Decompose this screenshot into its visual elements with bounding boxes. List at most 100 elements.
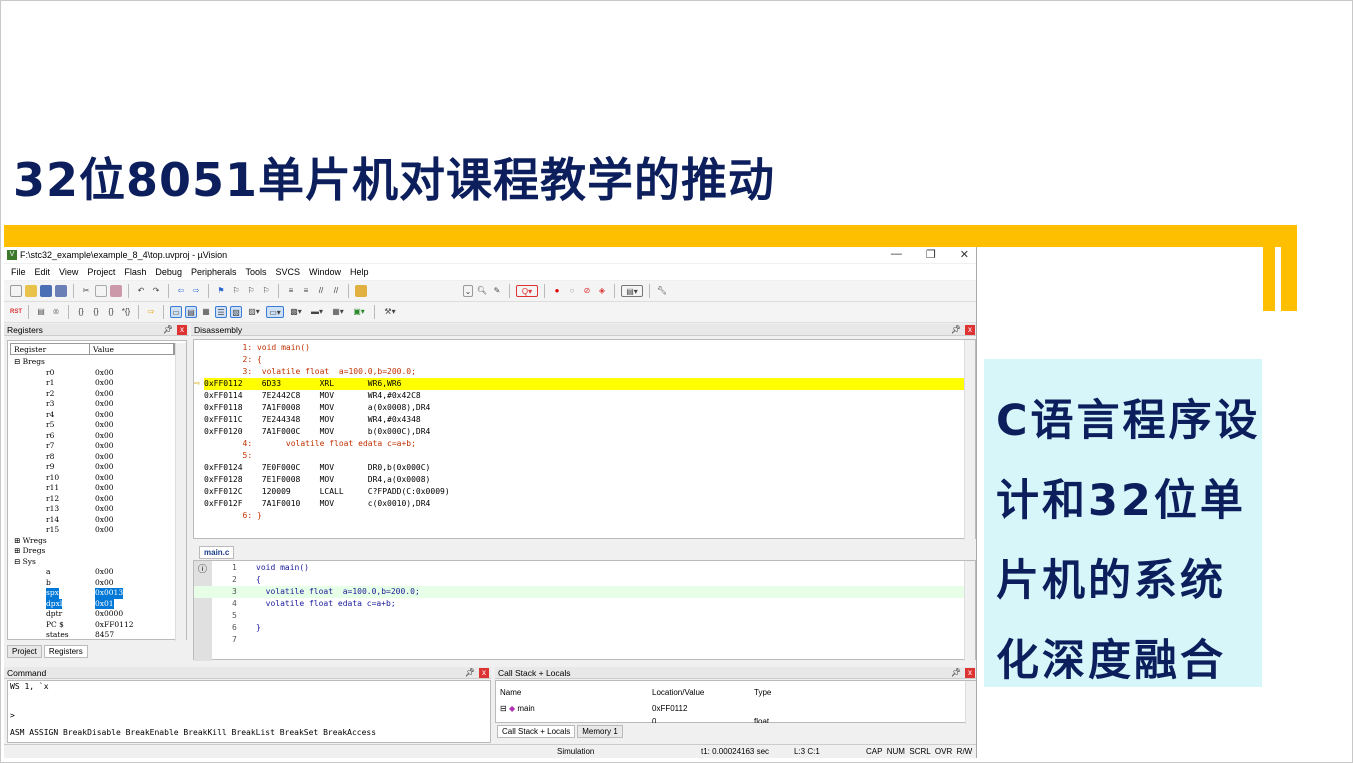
menu-flash[interactable]: Flash — [124, 267, 146, 277]
run-icon[interactable]: ▤ — [35, 306, 47, 318]
menu-project[interactable]: Project — [87, 267, 115, 277]
source-line[interactable]: 3 volatile float a=100.0,b=200.0; — [194, 586, 964, 598]
source-line[interactable]: 4 volatile float edata c=a+b; — [194, 598, 964, 610]
bookmark-clear-icon[interactable]: ⚐ — [260, 285, 272, 297]
registers-scrollbar[interactable] — [175, 343, 186, 641]
source-line[interactable]: 1 void main() — [194, 562, 964, 574]
find-icon[interactable]: 🔍︎ — [476, 285, 488, 297]
pin-icon[interactable]: 📌︎ — [951, 667, 961, 679]
cut-icon[interactable]: ✂ — [80, 285, 92, 297]
call-stack-icon[interactable]: ▧ — [230, 306, 242, 318]
menu-view[interactable]: View — [59, 267, 78, 277]
stop-icon[interactable]: ⊗ — [50, 306, 62, 318]
register-row[interactable]: r8 0x00 — [8, 452, 180, 463]
configure-icon[interactable]: 🔧︎ — [656, 285, 668, 297]
config-icon[interactable]: ✎ — [491, 285, 503, 297]
breakpoint-kill-all-icon[interactable]: ◈ — [596, 285, 608, 297]
source-line[interactable]: 5 — [194, 610, 964, 622]
tab-project[interactable]: Project — [7, 645, 42, 658]
close-panel-icon[interactable]: x — [965, 325, 975, 335]
register-row[interactable]: r6 0x00 — [8, 431, 180, 442]
target-dropdown-icon[interactable]: ⌄ — [463, 285, 473, 297]
register-row[interactable]: ⊟ Bregs — [8, 357, 180, 368]
callstack-row[interactable]: ⊟ ◆ main — [500, 704, 535, 713]
register-row[interactable]: a 0x00 — [8, 567, 180, 578]
undo-icon[interactable]: ↶ — [135, 285, 147, 297]
serial-window-icon[interactable]: ▩▾ — [287, 306, 305, 318]
minimize-button[interactable]: — — [891, 248, 902, 261]
source-line[interactable]: 6} — [194, 622, 964, 634]
register-row[interactable]: r13 0x00 — [8, 504, 180, 515]
register-row[interactable]: r7 0x00 — [8, 441, 180, 452]
menu-svcs[interactable]: SVCS — [276, 267, 301, 277]
indent-icon[interactable]: ≡ — [285, 285, 297, 297]
new-file-icon[interactable] — [10, 285, 22, 297]
uncomment-icon[interactable]: // — [330, 285, 342, 297]
register-row[interactable]: ⊞ Dregs — [8, 546, 180, 557]
registers-window-icon[interactable]: ☰ — [215, 306, 227, 318]
tab-registers[interactable]: Registers — [43, 645, 88, 658]
register-row[interactable]: r9 0x00 — [8, 462, 180, 473]
window-layout-icon[interactable]: ▤▾ — [621, 285, 643, 297]
pin-icon[interactable]: 📌︎ — [951, 324, 961, 336]
register-row[interactable]: r14 0x00 — [8, 515, 180, 526]
trace-window-icon[interactable]: ▦▾ — [329, 306, 347, 318]
menu-help[interactable]: Help — [350, 267, 369, 277]
paste-icon[interactable] — [110, 285, 122, 297]
register-row[interactable]: ⊞ Wregs — [8, 536, 180, 547]
memory-window-icon[interactable]: ▭▾ — [266, 306, 284, 318]
close-panel-icon[interactable]: x — [479, 668, 489, 678]
nav-forward-icon[interactable]: ⇨ — [190, 285, 202, 297]
toolbox-icon[interactable]: ⚒▾ — [381, 306, 399, 318]
register-row[interactable]: dpxl 0x01 — [8, 598, 180, 609]
command-window-icon[interactable]: ▭ — [170, 306, 182, 318]
editor-scrollbar[interactable] — [964, 561, 975, 661]
register-row[interactable]: r15 0x00 — [8, 525, 180, 536]
register-row[interactable]: PC $ 0xFF0112 — [8, 620, 180, 631]
show-next-statement-icon[interactable]: ⇨ — [145, 306, 157, 318]
close-panel-icon[interactable]: x — [177, 325, 187, 335]
tab-main-c[interactable]: main.c — [199, 546, 235, 559]
register-row[interactable]: dptr 0x0000 — [8, 609, 180, 620]
register-row[interactable]: b 0x00 — [8, 578, 180, 589]
maximize-button[interactable]: ❐ — [926, 248, 936, 261]
tab-callstack[interactable]: Call Stack + Locals — [497, 725, 576, 738]
register-row[interactable]: r10 0x00 — [8, 473, 180, 484]
symbols-window-icon[interactable]: ▦ — [200, 306, 212, 318]
step-over-icon[interactable]: {} — [90, 306, 102, 318]
menu-peripherals[interactable]: Peripherals — [191, 267, 237, 277]
register-row[interactable]: r3 0x00 — [8, 399, 180, 410]
nav-back-icon[interactable]: ⇦ — [175, 285, 187, 297]
register-row[interactable]: r12 0x00 — [8, 494, 180, 505]
menu-tools[interactable]: Tools — [245, 267, 266, 277]
menu-debug[interactable]: Debug — [155, 267, 182, 277]
step-out-icon[interactable]: {} — [105, 306, 117, 318]
bookmark-next-icon[interactable]: ⚐ — [245, 285, 257, 297]
system-viewer-icon[interactable]: ▣▾ — [350, 306, 368, 318]
open-folder-icon[interactable] — [25, 285, 37, 297]
menu-window[interactable]: Window — [309, 267, 341, 277]
source-line[interactable]: 7 — [194, 634, 964, 646]
callstack-scrollbar[interactable] — [965, 681, 976, 724]
close-panel-icon[interactable]: x — [965, 668, 975, 678]
redo-icon[interactable]: ↷ — [150, 285, 162, 297]
register-row[interactable]: r5 0x00 — [8, 420, 180, 431]
pin-icon[interactable]: 📌︎ — [163, 324, 173, 336]
close-button[interactable]: ✕ — [960, 248, 969, 261]
save-all-icon[interactable] — [55, 285, 67, 297]
disassembly-window-icon[interactable]: ▤ — [185, 306, 197, 318]
register-row[interactable]: r4 0x00 — [8, 410, 180, 421]
register-row[interactable]: spx 0x0013 — [8, 588, 180, 599]
register-row[interactable]: states 8457 — [8, 630, 180, 641]
save-icon[interactable] — [40, 285, 52, 297]
register-row[interactable]: r2 0x00 — [8, 389, 180, 400]
breakpoint-enable-icon[interactable]: ○ — [566, 285, 578, 297]
menu-edit[interactable]: Edit — [35, 267, 51, 277]
breakpoint-insert-icon[interactable]: ● — [551, 285, 563, 297]
tab-memory1[interactable]: Memory 1 — [577, 725, 623, 738]
disassembly-scrollbar[interactable] — [964, 340, 975, 540]
run-to-cursor-icon[interactable]: *{} — [120, 306, 132, 318]
register-row[interactable]: r1 0x00 — [8, 378, 180, 389]
analysis-window-icon[interactable]: ▬▾ — [308, 306, 326, 318]
copy-icon[interactable] — [95, 285, 107, 297]
